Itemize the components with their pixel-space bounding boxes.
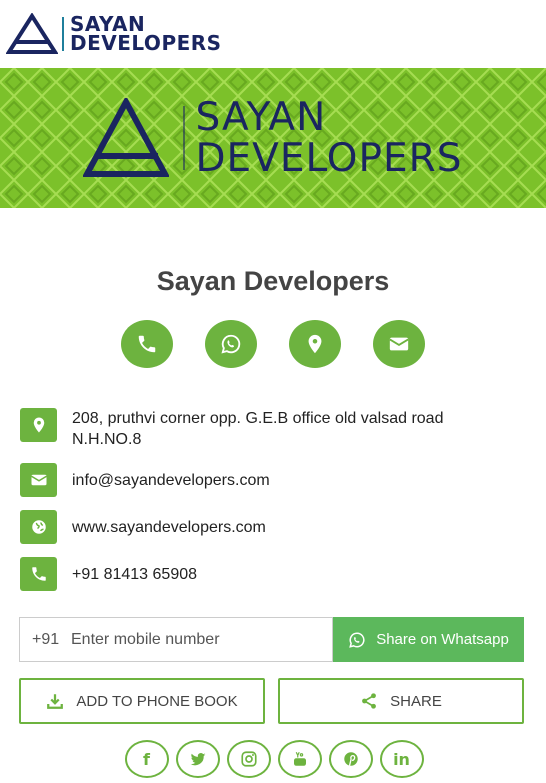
phone-icon [31, 567, 46, 581]
logo-wordmark: SAYAN DEVELOPERS [70, 14, 222, 55]
mobile-number-input[interactable] [69, 617, 333, 662]
youtube-link[interactable] [277, 740, 322, 778]
banner-wordmark: SAYAN DEVELOPERS [195, 97, 462, 179]
twitter-link[interactable] [175, 740, 220, 778]
brand-logo[interactable]: SAYAN DEVELOPERS [6, 13, 222, 55]
quick-actions [0, 320, 546, 368]
twitter-icon [190, 753, 205, 766]
address-row[interactable]: 208, pruthvi corner opp. G.E.B office ol… [20, 408, 546, 450]
location-icon [308, 334, 322, 354]
phone-icon-badge [20, 557, 57, 591]
logo-triangle-icon [6, 13, 58, 54]
share-label: SHARE [390, 692, 442, 710]
location-button[interactable] [289, 320, 341, 368]
add-to-phone-book-button[interactable]: ADD TO PHONE BOOK [19, 678, 265, 724]
instagram-icon [240, 751, 257, 767]
call-button[interactable] [121, 320, 173, 368]
facebook-link[interactable]: f [124, 740, 169, 778]
share-on-whatsapp-button[interactable]: Share on Whatsapp [333, 617, 524, 662]
country-code: +91 [19, 617, 69, 662]
email-icon-badge [20, 463, 57, 497]
banner-line-1: SAYAN [195, 95, 327, 140]
phone-row[interactable]: +91 81413 65908 [20, 557, 546, 591]
location-icon-badge [20, 408, 57, 442]
contact-info: 208, pruthvi corner opp. G.E.B office ol… [0, 408, 546, 591]
whatsapp-button[interactable] [205, 320, 257, 368]
globe-icon-badge [20, 510, 57, 544]
email-icon [30, 474, 47, 486]
share-icon [362, 693, 377, 709]
linkedin-link[interactable]: in [379, 740, 424, 778]
facebook-icon: f [143, 749, 150, 769]
share-button[interactable]: SHARE [278, 678, 524, 724]
banner-line-2: DEVELOPERS [195, 136, 463, 181]
website-row[interactable]: www.sayandevelopers.com [20, 510, 546, 544]
pinterest-icon [343, 752, 358, 766]
pinterest-link[interactable] [328, 740, 373, 778]
share-on-whatsapp-label: Share on Whatsapp [376, 631, 509, 648]
linkedin-icon: in [393, 749, 410, 769]
add-to-phone-book-label: ADD TO PHONE BOOK [76, 692, 238, 710]
social-links: f in [0, 740, 546, 778]
download-icon [47, 694, 64, 709]
phone-link[interactable]: +91 81413 65908 [72, 557, 197, 585]
banner-logo-divider [183, 106, 186, 170]
logo-line-2: DEVELOPERS [70, 31, 222, 55]
website-link[interactable]: www.sayandevelopers.com [72, 510, 266, 538]
whatsapp-share-form: +91 Share on Whatsapp [19, 617, 524, 662]
logo-divider [62, 17, 64, 51]
location-icon [33, 417, 44, 433]
company-name: Sayan Developers [156, 266, 390, 296]
email-row[interactable]: info@sayandevelopers.com [20, 463, 546, 497]
whatsapp-icon [349, 631, 365, 648]
cover-banner: SAYAN DEVELOPERS [0, 68, 546, 208]
email-link[interactable]: info@sayandevelopers.com [72, 463, 270, 491]
globe-icon [31, 520, 46, 534]
top-header: SAYAN DEVELOPERS [0, 0, 546, 68]
email-button[interactable] [373, 320, 425, 368]
email-icon [389, 337, 409, 351]
action-buttons: ADD TO PHONE BOOK SHARE [19, 678, 524, 724]
banner-triangle-icon [83, 98, 170, 177]
whatsapp-icon [221, 334, 241, 354]
address-text: 208, pruthvi corner opp. G.E.B office ol… [72, 410, 444, 448]
instagram-link[interactable] [226, 740, 271, 778]
banner-logo: SAYAN DEVELOPERS [0, 68, 546, 208]
youtube-icon [293, 751, 306, 766]
phone-icon [138, 335, 156, 353]
